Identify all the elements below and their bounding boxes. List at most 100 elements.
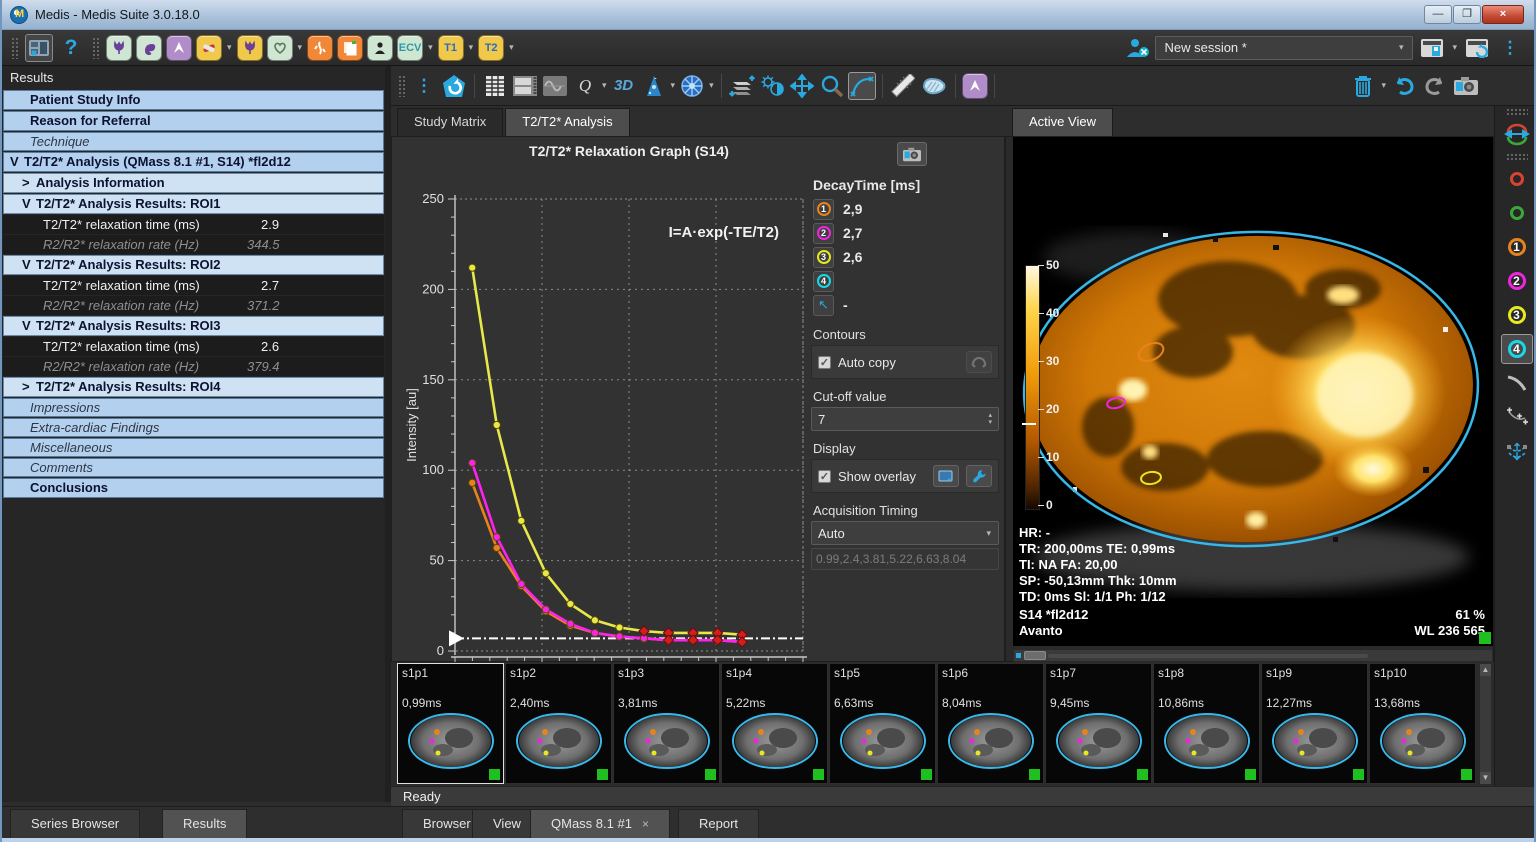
overflow-menu-button[interactable]: ⋮ <box>1496 34 1524 62</box>
toolbar-menu-button[interactable]: ⋮ <box>410 72 438 100</box>
result-row[interactable]: >Analysis Information <box>3 173 384 193</box>
app-qflow[interactable] <box>136 35 162 61</box>
app-qtavi[interactable] <box>196 35 222 61</box>
tab-study-matrix[interactable]: Study Matrix <box>397 108 503 136</box>
segmentation-button[interactable] <box>678 72 706 100</box>
app-ecv[interactable]: ECV <box>397 35 423 61</box>
result-row[interactable]: Patient Study Info <box>3 90 384 110</box>
reset-layout-button[interactable] <box>1463 34 1491 62</box>
redo-button[interactable] <box>1421 72 1449 100</box>
film-view-button[interactable] <box>511 72 539 100</box>
result-row[interactable]: >T2/T2* Analysis Results: ROI4 <box>3 377 384 397</box>
toolbar-grip[interactable] <box>1506 108 1528 115</box>
close-button[interactable]: × <box>1482 5 1524 24</box>
result-row[interactable]: R2/R2* relaxation rate (Hz)344.5 <box>3 235 384 254</box>
tab-active-view[interactable]: Active View <box>1012 108 1113 136</box>
chevron-down-icon[interactable]: ▾ <box>469 42 474 53</box>
scroll-up-icon[interactable]: ▲ <box>1480 664 1491 676</box>
chevron-down-icon[interactable]: ▾ <box>428 42 433 53</box>
wizard-button[interactable] <box>640 72 668 100</box>
session-combobox[interactable]: New session * ▾ <box>1155 36 1413 60</box>
show-overlay-checkbox[interactable]: ✓ <box>818 470 831 483</box>
minimize-button[interactable]: — <box>1424 5 1452 24</box>
thumbnail-s1p3[interactable]: s1p33,81ms <box>613 663 720 784</box>
result-row[interactable]: VT2/T2* Analysis Results: ROI3 <box>3 316 384 336</box>
result-row[interactable]: VT2/T2* Analysis (QMass 8.1 #1, S14) *fl… <box>3 152 384 172</box>
result-row[interactable]: T2/T2* relaxation time (ms)2.7 <box>3 276 384 295</box>
chevron-down-icon[interactable]: ▾ <box>602 80 607 91</box>
spinner-arrows-icon[interactable]: ▴▾ <box>988 412 992 426</box>
app-qangio[interactable] <box>307 35 333 61</box>
result-row[interactable]: T2/T2* relaxation time (ms)2.6 <box>3 337 384 356</box>
chevron-down-icon[interactable]: ▾ <box>1381 80 1386 91</box>
collapse-toggle[interactable]: V <box>22 317 36 335</box>
chevron-down-icon[interactable]: ▾ <box>227 42 232 53</box>
toolbar-grip[interactable] <box>92 37 99 59</box>
roi-2-badge[interactable]: 2 <box>813 223 834 244</box>
app-qstrain[interactable] <box>166 35 192 61</box>
auto-copy-checkbox[interactable]: ✓ <box>818 356 831 369</box>
zoom-button[interactable] <box>818 72 846 100</box>
help-button[interactable]: ? <box>57 34 85 62</box>
cutoff-spinner[interactable]: 7 ▴▾ <box>811 407 999 431</box>
close-tab-icon[interactable]: × <box>642 817 649 831</box>
tab-series-browser[interactable]: Series Browser <box>10 809 140 839</box>
slider-handle[interactable] <box>1024 651 1046 660</box>
roi-3-button[interactable]: 3 <box>1501 300 1533 330</box>
thumbnail-s1p5[interactable]: s1p56,63ms <box>829 663 936 784</box>
app-t2[interactable]: T2 <box>478 35 504 61</box>
spline-edit-button[interactable] <box>848 72 876 100</box>
chevron-down-icon[interactable]: ▾ <box>509 42 514 53</box>
copy-contour-icon-button[interactable] <box>1501 119 1533 149</box>
draw-roi-red-button[interactable] <box>1501 164 1533 194</box>
colorbar-marker[interactable] <box>1022 423 1036 425</box>
result-row[interactable]: T2/T2* relaxation time (ms)2.9 <box>3 215 384 234</box>
tab-results[interactable]: Results <box>162 809 247 839</box>
layers-button[interactable] <box>728 72 756 100</box>
acquisition-mode-dropdown[interactable]: Auto ▾ <box>811 521 999 545</box>
thumbnail-s1p1[interactable]: s1p10,99ms <box>397 663 504 784</box>
phase-slider[interactable] <box>1013 649 1493 662</box>
collapse-toggle[interactable]: V <box>10 153 24 171</box>
thumbnail-s1p10[interactable]: s1p1013,68ms <box>1369 663 1476 784</box>
point-contour-button[interactable] <box>1501 402 1533 432</box>
collapse-toggle[interactable]: > <box>22 174 36 192</box>
save-layout-button[interactable] <box>1418 34 1446 62</box>
app-qecg[interactable] <box>367 35 393 61</box>
draw-arc-button[interactable] <box>1501 368 1533 398</box>
ruler-button[interactable] <box>889 72 917 100</box>
roi-draw-button[interactable] <box>919 72 949 100</box>
collapse-toggle[interactable]: > <box>22 378 36 396</box>
display-options-button[interactable] <box>966 465 992 487</box>
overlay-settings-button[interactable] <box>933 465 959 487</box>
toolbar-grip[interactable] <box>11 37 18 59</box>
layout-button[interactable] <box>25 34 53 62</box>
chevron-down-icon[interactable]: ▾ <box>298 42 303 53</box>
slider-track[interactable] <box>1048 654 1368 658</box>
roi-1-button[interactable]: 1 <box>1501 232 1533 262</box>
view-3d-button[interactable]: 3D <box>610 72 638 100</box>
toolbar-grip[interactable] <box>1506 153 1528 160</box>
result-row[interactable]: Comments <box>3 458 384 477</box>
app-qangio-3d[interactable] <box>337 35 363 61</box>
toolbar-grip[interactable] <box>398 75 405 97</box>
result-row[interactable]: Impressions <box>3 398 384 417</box>
image-viewport[interactable]: 50403020100 HR: -TR: 200,00ms TE: 0,99ms… <box>1013 137 1493 646</box>
result-row[interactable]: Extra-cardiac Findings <box>3 418 384 437</box>
app-qmass-purple[interactable] <box>962 73 988 99</box>
delete-button[interactable] <box>1349 72 1377 100</box>
chevron-down-icon[interactable]: ▾ <box>671 80 676 91</box>
roi-1-badge[interactable]: 1 <box>813 199 834 220</box>
app-3d-view[interactable] <box>267 35 293 61</box>
window-level-button[interactable] <box>758 72 786 100</box>
draw-roi-green-button[interactable] <box>1501 198 1533 228</box>
snapshot-button[interactable] <box>1452 72 1480 100</box>
result-row[interactable]: Conclusions <box>3 478 384 498</box>
end-session-icon[interactable] <box>1124 37 1150 59</box>
roi-4-button[interactable]: 4 <box>1501 334 1533 364</box>
signal-view-button[interactable] <box>541 72 569 100</box>
thumbnail-s1p6[interactable]: s1p68,04ms <box>937 663 1044 784</box>
result-row[interactable]: VT2/T2* Analysis Results: ROI2 <box>3 255 384 275</box>
thumbnail-s1p8[interactable]: s1p810,86ms <box>1153 663 1260 784</box>
roi-2-button[interactable]: 2 <box>1501 266 1533 296</box>
